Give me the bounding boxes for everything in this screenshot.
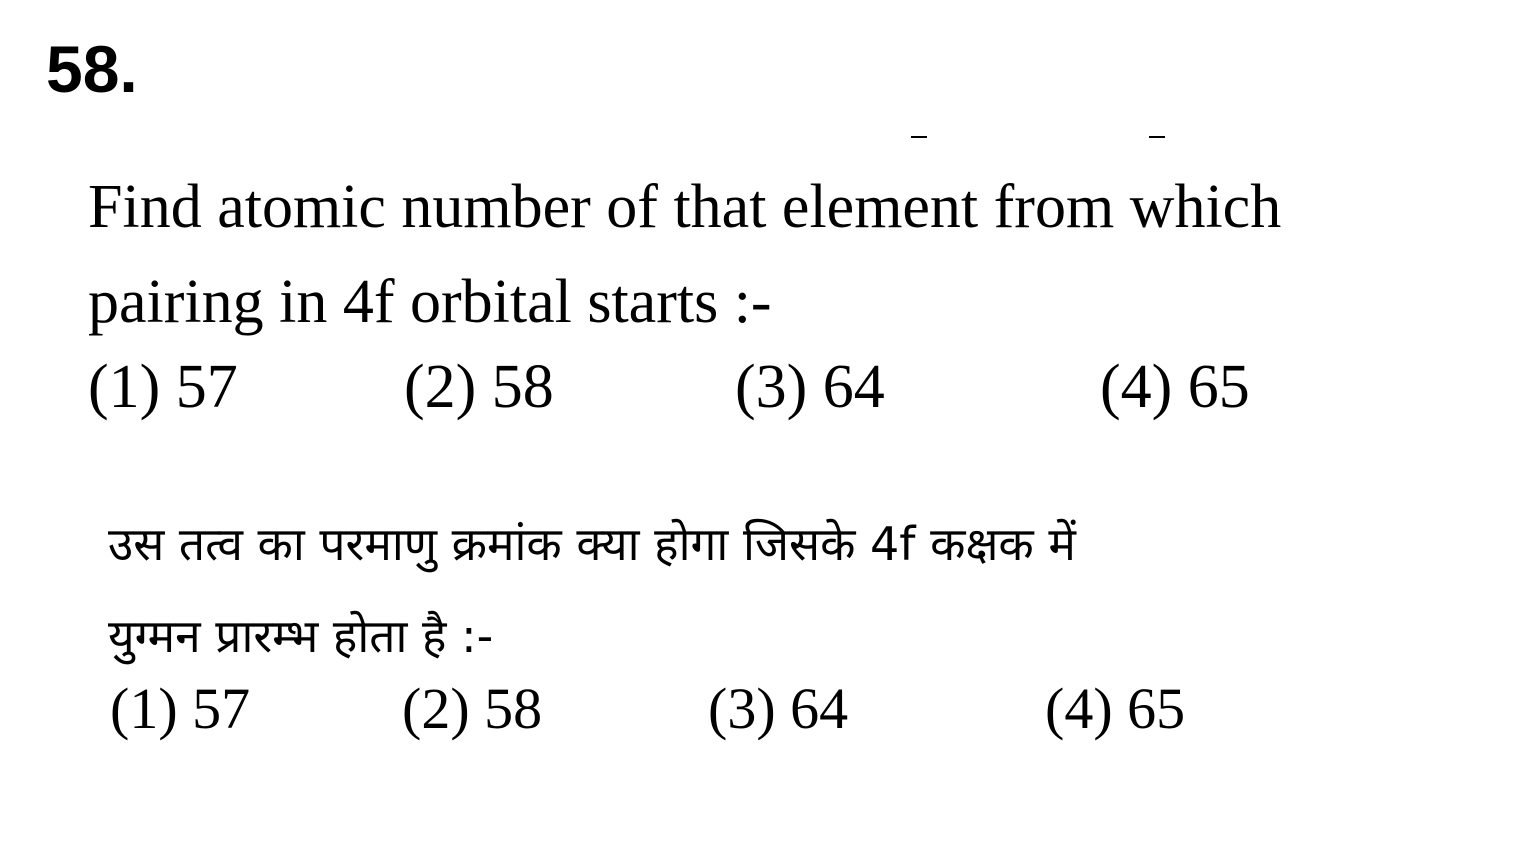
hindi-question-line-2: युग्मन प्रारम्भ होता है :- bbox=[108, 609, 494, 663]
hindi-option-3: (3) 64 bbox=[708, 676, 849, 741]
hindi-question-line-1: उस तत्व का परमाणु क्रमांक क्या होगा जिसक… bbox=[108, 517, 1076, 571]
english-option-2: (2) 58 bbox=[404, 353, 554, 421]
english-option-4: (4) 65 bbox=[1100, 353, 1250, 421]
hindi-question: उस तत्व का परमाणु क्रमांक क्या होगा जिसक… bbox=[108, 498, 1488, 682]
hindi-option-4: (4) 65 bbox=[1045, 676, 1186, 741]
english-question-line-2: pairing in 4f orbital starts :- bbox=[88, 268, 772, 336]
overline-mark bbox=[1149, 136, 1165, 138]
hindi-option-2: (2) 58 bbox=[402, 676, 543, 741]
english-question-line-1: Find atomic number of that element from … bbox=[88, 173, 1282, 241]
english-option-3: (3) 64 bbox=[735, 353, 885, 421]
english-question: Find atomic number of that element from … bbox=[88, 160, 1488, 350]
hindi-option-1: (1) 57 bbox=[110, 676, 251, 741]
question-number: 58. bbox=[46, 32, 138, 106]
overline-mark bbox=[911, 136, 927, 138]
english-option-1: (1) 57 bbox=[88, 353, 238, 421]
